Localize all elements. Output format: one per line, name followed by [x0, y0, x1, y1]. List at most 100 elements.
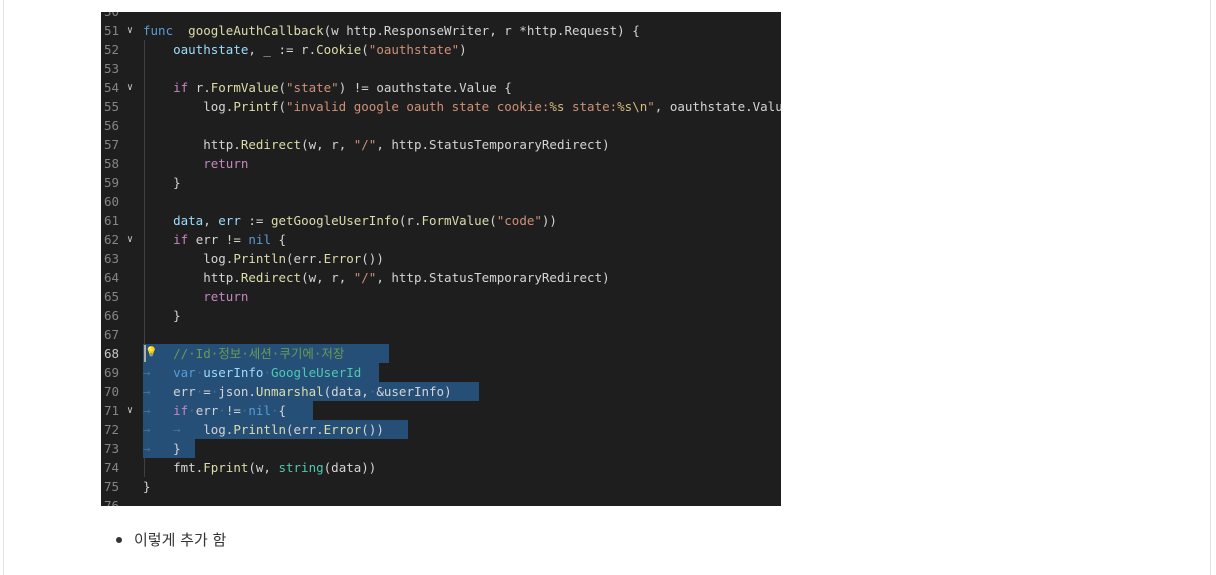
line-number: 64: [103, 270, 119, 285]
fold-chevron-icon[interactable]: ∨: [127, 21, 133, 40]
code-token: "invalid google oauth state cookie:: [286, 99, 550, 114]
line-number: 67: [103, 327, 119, 342]
code-text: → }: [143, 439, 181, 458]
code-line: 56: [101, 116, 781, 135]
code-text: → if·err·!=·nil·{: [143, 401, 286, 420]
code-line: 51 ∨ func googleAuthCallback(w http.Respon…: [101, 21, 781, 40]
code-token: Redirect: [240, 270, 302, 285]
code-token: }: [143, 175, 181, 190]
code-text: log.Println(err.Error()): [143, 249, 384, 268]
code-token: GoogleUserId: [270, 365, 362, 380]
code-token: Cookie: [316, 42, 362, 57]
line-number: 61: [103, 213, 119, 228]
code-token: err !=: [188, 232, 249, 247]
line-number: 70: [103, 384, 119, 399]
code-token: ·: [270, 403, 279, 418]
code-token: data: [173, 213, 204, 228]
code-token: {: [278, 403, 287, 418]
bullet-text: 이렇게 추가 함: [134, 531, 227, 549]
code-line: 63 log.Println(err.Error()): [101, 249, 781, 268]
line-number: 74: [103, 460, 119, 475]
code-token: err: [218, 213, 241, 228]
line-number: 73: [103, 441, 119, 456]
code-token: ·: [263, 365, 271, 380]
code-token: Error: [323, 422, 362, 437]
code-token: http.: [143, 270, 241, 285]
code-line: 60: [101, 192, 781, 211]
code-text: }: [143, 306, 181, 325]
code-token: ·: [218, 403, 226, 418]
code-token: {: [270, 232, 287, 247]
code-line: 61 data, err := getGoogleUserInfo(r.Form…: [101, 211, 781, 230]
list-item: 이렇게 추가 함: [112, 528, 226, 552]
code-token: if: [173, 232, 189, 247]
code-token: fmt.: [143, 460, 204, 475]
code-token: var: [173, 365, 196, 380]
code-token: ": [647, 99, 655, 114]
code-line: 69 → var·userInfo·GoogleUserId: [101, 363, 781, 382]
code-line: 74 fmt.Fprint(w, string(data)): [101, 458, 781, 477]
code-token: nil: [248, 403, 271, 418]
fold-chevron-icon[interactable]: ∨: [127, 78, 133, 97]
code-text: → → log.Println(err.Error()): [143, 420, 384, 439]
fold-chevron-icon[interactable]: ∨: [127, 401, 133, 420]
code-token: return: [203, 156, 249, 171]
code-line: 76: [101, 496, 781, 506]
code-line: 66 }: [101, 306, 781, 325]
code-screenshot: 50 51 ∨ func googleAuthCallback(w http.Resp…: [101, 12, 781, 506]
code-token: if: [173, 403, 189, 418]
code-token: "oauthstate": [368, 42, 460, 57]
code-token: %s\n: [617, 99, 648, 114]
code-token: %s: [549, 99, 565, 114]
code-line: 55 log.Printf("invalid google oauth stat…: [101, 97, 781, 116]
code-text: http.Redirect(w, r, "/", http.StatusTemp…: [143, 268, 609, 287]
code-token: (: [489, 213, 497, 228]
line-number: 71: [103, 403, 119, 418]
code-token: ()): [361, 251, 384, 266]
code-token: (data,: [323, 384, 369, 399]
code-token: json.: [218, 384, 256, 399]
code-token: Redirect: [240, 137, 302, 152]
code-token: oauthstate: [173, 42, 249, 57]
code-text: }: [143, 477, 151, 496]
code-token: }: [143, 308, 181, 323]
code-text: }: [143, 173, 181, 192]
line-number: 53: [103, 61, 119, 76]
code-token: Fprint: [203, 460, 249, 475]
bullet-list: 이렇게 추가 함: [112, 528, 226, 552]
code-token: userInfo: [203, 365, 264, 380]
code-text: func googleAuthCallback(w http.ResponseW…: [143, 21, 640, 40]
code-line: 75}: [101, 477, 781, 496]
code-token: (: [278, 80, 287, 95]
code-token: )): [541, 213, 557, 228]
code-token: (w, r,: [301, 137, 354, 152]
code-text: log.Printf("invalid google oauth state c…: [143, 97, 781, 116]
code-line: 68 💡 //·Id·정보·세션·쿠기에·저장: [101, 344, 781, 363]
code-line: 52 oauthstate, _ := r.Cookie("oauthstate…: [101, 40, 781, 59]
code-text: if err != nil {: [143, 230, 286, 249]
code-text: fmt.Fprint(w, string(data)): [143, 458, 376, 477]
code-token: nil: [248, 232, 271, 247]
line-number: 76: [103, 498, 119, 506]
code-token: //·Id·정보·세션·쿠기에·저장: [173, 346, 345, 361]
code-token: →: [143, 441, 174, 456]
code-token: }: [143, 479, 151, 494]
code-token: FormValue: [421, 213, 490, 228]
code-token: getGoogleUserInfo: [270, 213, 399, 228]
fold-chevron-icon[interactable]: ∨: [127, 230, 133, 249]
code-token: → →: [143, 422, 204, 437]
code-token: Println: [233, 422, 287, 437]
bullet-dot-icon: [116, 537, 122, 543]
code-token: log.: [143, 251, 234, 266]
code-token: if: [173, 80, 189, 95]
code-token: (w http.ResponseWriter, r *http.Request)…: [323, 23, 640, 38]
line-number: 62: [103, 232, 119, 247]
code-token: (: [361, 42, 369, 57]
code-token: FormValue: [210, 80, 279, 95]
line-number: 59: [103, 175, 119, 190]
